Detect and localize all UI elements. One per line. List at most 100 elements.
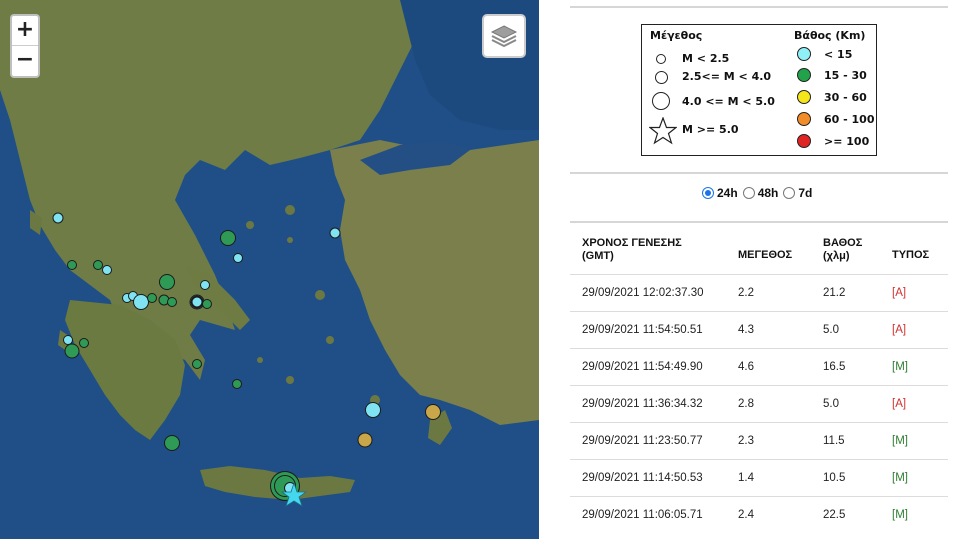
legend-magnitude-item: 4.0 <= M < 5.0 — [682, 95, 775, 108]
cell-type: [M] — [892, 472, 908, 484]
cell-magnitude: 2.2 — [738, 287, 754, 299]
cell-magnitude: 4.3 — [738, 324, 754, 336]
map-legend: Μέγεθος Βάθος (Km) M < 2.5 2.5<= M < 4.0… — [641, 24, 877, 156]
period-radio-7d[interactable] — [783, 187, 796, 199]
table-row[interactable]: 29/09/2021 11:54:49.90 4.6 16.5 [M] — [570, 348, 948, 385]
period-selector: 24h 48h 7d — [702, 186, 817, 200]
cell-type: [A] — [892, 398, 907, 410]
quake-marker[interactable] — [200, 280, 210, 290]
table-row[interactable]: 29/09/2021 11:54:50.51 4.3 5.0 [A] — [570, 311, 948, 348]
table-row[interactable]: 29/09/2021 11:36:34.32 2.8 5.0 [A] — [570, 385, 948, 422]
column-header-time: ΧΡΟΝΟΣ ΓΕΝΕΣΗΣ (GMT) — [582, 237, 682, 263]
header-subtext: (GMT) — [582, 250, 614, 262]
quake-marker[interactable] — [365, 402, 381, 418]
cell-time: 29/09/2021 12:02:37.30 — [582, 287, 704, 299]
cell-time: 29/09/2021 11:06:05.71 — [582, 509, 703, 521]
info-panel: Μέγεθος Βάθος (Km) M < 2.5 2.5<= M < 4.0… — [570, 0, 948, 539]
column-header-type: ΤΥΠΟΣ — [892, 249, 930, 261]
cell-time: 29/09/2021 11:36:34.32 — [582, 398, 703, 410]
cell-type: [A] — [892, 324, 907, 336]
quake-marker[interactable] — [64, 343, 80, 359]
cell-depth: 11.5 — [823, 435, 845, 447]
cell-magnitude: 2.3 — [738, 435, 754, 447]
quake-marker[interactable] — [425, 404, 441, 420]
depth-color-swatch — [797, 134, 811, 148]
period-radio-48h[interactable] — [742, 187, 755, 199]
quake-marker[interactable] — [102, 265, 112, 275]
star-icon — [649, 117, 677, 145]
cell-type: [M] — [892, 435, 908, 447]
cell-time: 29/09/2021 11:54:49.90 — [582, 361, 703, 373]
zoom-out-button[interactable]: − — [12, 46, 38, 76]
quake-marker[interactable] — [164, 435, 180, 451]
cell-depth: 5.0 — [823, 324, 839, 336]
period-label: 7d — [798, 186, 813, 200]
legend-depth-title: Βάθος (Km) — [794, 29, 866, 42]
quake-marker[interactable] — [357, 432, 373, 448]
divider — [570, 172, 948, 174]
cell-type: [M] — [892, 361, 908, 373]
quake-marker[interactable] — [67, 260, 77, 270]
quake-marker[interactable] — [147, 293, 157, 303]
divider — [570, 6, 948, 8]
map-basemap — [0, 0, 539, 539]
cell-depth: 10.5 — [823, 472, 846, 484]
layers-button[interactable] — [482, 14, 526, 58]
period-radio-24h[interactable] — [702, 187, 714, 199]
quake-marker[interactable] — [167, 297, 177, 307]
quake-marker[interactable] — [233, 253, 243, 263]
cell-type: [M] — [892, 509, 908, 521]
quake-marker[interactable] — [232, 379, 242, 389]
cell-depth: 16.5 — [823, 361, 846, 373]
layers-icon — [490, 25, 518, 48]
depth-color-swatch — [797, 47, 811, 61]
magnitude-small-symbol — [656, 54, 666, 64]
period-label: 48h — [757, 186, 779, 200]
cell-depth: 21.2 — [823, 287, 846, 299]
depth-color-swatch — [797, 90, 811, 104]
legend-depth-item: >= 100 — [824, 135, 870, 148]
quake-marker[interactable] — [159, 274, 175, 290]
legend-depth-item: 60 - 100 — [824, 113, 875, 126]
table-row[interactable]: 29/09/2021 11:06:05.71 2.4 22.5 [M] — [570, 496, 948, 533]
table-row[interactable]: 29/09/2021 12:02:37.30 2.2 21.2 [A] — [570, 274, 948, 311]
cell-time: 29/09/2021 11:23:50.77 — [582, 435, 703, 447]
cell-depth: 5.0 — [823, 398, 839, 410]
table-row[interactable]: 29/09/2021 11:14:50.53 1.4 10.5 [M] — [570, 459, 948, 496]
quake-marker[interactable] — [329, 227, 341, 239]
quake-marker[interactable] — [52, 212, 64, 224]
quake-marker[interactable] — [220, 230, 236, 246]
quake-marker[interactable] — [202, 299, 212, 309]
column-header-magnitude: ΜΕΓΕΘΟΣ — [738, 249, 793, 261]
cell-depth: 22.5 — [823, 509, 846, 521]
divider — [570, 221, 948, 223]
zoom-control: + − — [10, 14, 40, 78]
column-header-depth: ΒΑΘΟΣ (χλμ) — [823, 237, 862, 263]
header-text: ΧΡΟΝΟΣ ΓΕΝΕΣΗΣ — [582, 237, 682, 249]
cell-time: 29/09/2021 11:54:50.51 — [582, 324, 703, 336]
cell-type: [A] — [892, 287, 907, 299]
cell-time: 29/09/2021 11:14:50.53 — [582, 472, 703, 484]
magnitude-large-symbol — [652, 92, 670, 110]
zoom-in-button[interactable]: + — [12, 16, 38, 46]
cell-magnitude: 2.4 — [738, 509, 754, 521]
header-subtext: (χλμ) — [823, 250, 850, 262]
table-row[interactable]: 29/09/2021 11:23:50.77 2.3 11.5 [M] — [570, 422, 948, 459]
period-label: 24h — [717, 186, 738, 200]
legend-magnitude-item: M >= 5.0 — [682, 123, 739, 136]
legend-magnitude-item: M < 2.5 — [682, 52, 730, 65]
magnitude-medium-symbol — [655, 71, 668, 84]
quake-marker[interactable] — [192, 359, 202, 369]
legend-magnitude-title: Μέγεθος — [650, 29, 703, 42]
header-text: ΒΑΘΟΣ — [823, 237, 863, 249]
quake-marker[interactable] — [79, 338, 89, 348]
depth-color-swatch — [797, 112, 811, 126]
cell-magnitude: 2.8 — [738, 398, 754, 410]
cell-magnitude: 4.6 — [738, 361, 754, 373]
legend-magnitude-item: 2.5<= M < 4.0 — [682, 70, 772, 83]
quake-star-marker[interactable] — [281, 482, 307, 508]
earthquake-map[interactable]: + − — [0, 0, 539, 539]
legend-depth-item: 30 - 60 — [824, 91, 867, 104]
legend-depth-item: < 15 — [824, 48, 853, 61]
cell-magnitude: 1.4 — [738, 472, 754, 484]
